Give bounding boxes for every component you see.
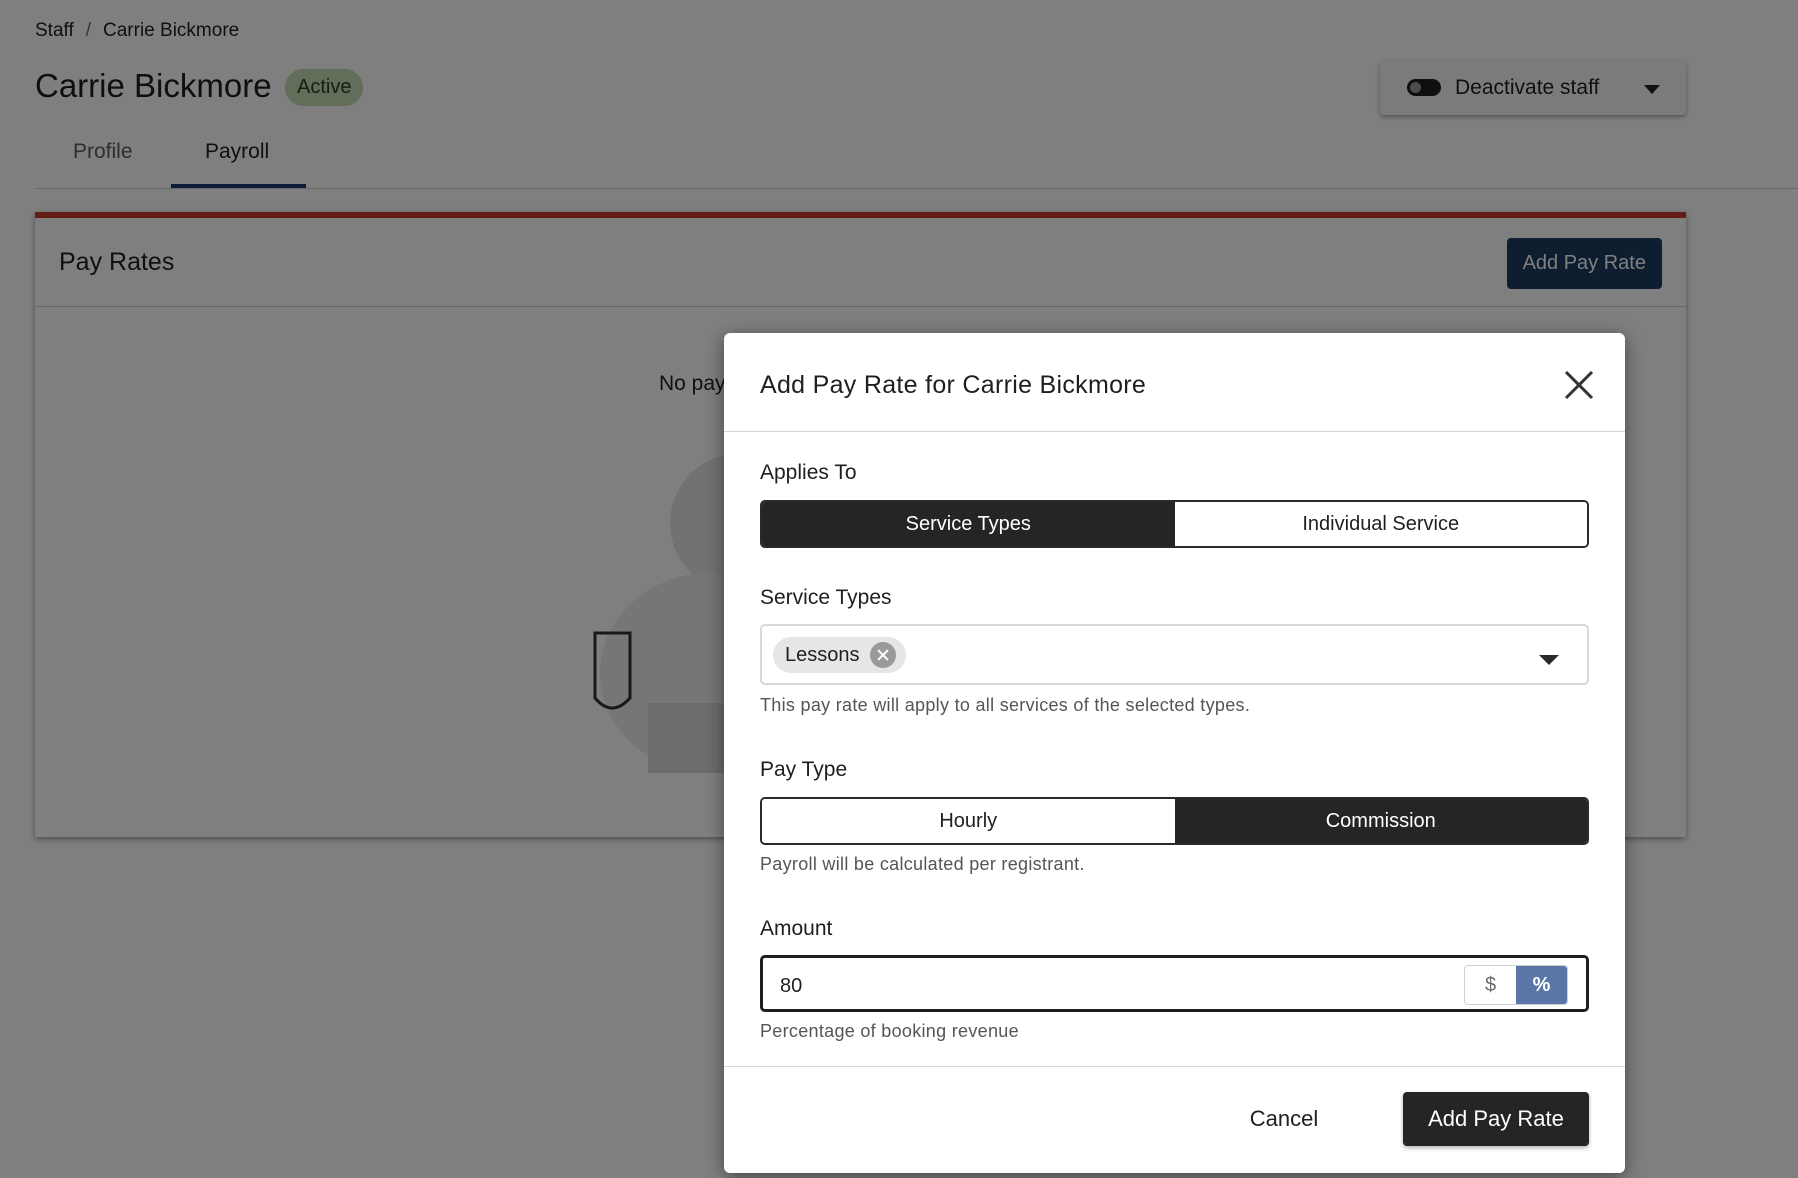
applies-to-label: Applies To: [760, 461, 857, 484]
service-types-help-text: This pay rate will apply to all services…: [760, 695, 1251, 715]
modal-title: Add Pay Rate for Carrie Bickmore: [760, 371, 1147, 399]
pay-type-commission-option[interactable]: Commission: [1174, 799, 1587, 843]
pay-type-hourly-option[interactable]: Hourly: [762, 799, 1175, 843]
service-type-chip-label: Lessons: [785, 643, 860, 666]
amount-field: $ %: [760, 955, 1589, 1012]
service-types-select[interactable]: Lessons: [760, 624, 1589, 685]
applies-to-toggle: Service Types Individual Service: [760, 500, 1589, 548]
amount-unit-toggle: $ %: [1464, 965, 1568, 1005]
amount-label: Amount: [760, 917, 833, 940]
amount-input[interactable]: [780, 972, 1430, 1000]
applies-to-service-types-option[interactable]: Service Types: [762, 502, 1175, 546]
pay-type-toggle: Hourly Commission: [760, 797, 1589, 845]
pay-type-label: Pay Type: [760, 758, 848, 781]
unit-percent-option[interactable]: %: [1516, 966, 1567, 1004]
submit-add-pay-rate-button[interactable]: Add Pay Rate: [1403, 1092, 1589, 1146]
modal-footer: Cancel Add Pay Rate: [724, 1066, 1625, 1173]
cancel-button[interactable]: Cancel: [1224, 1092, 1344, 1146]
amount-help-text: Percentage of booking revenue: [760, 1021, 1019, 1041]
applies-to-individual-service-option[interactable]: Individual Service: [1174, 502, 1587, 546]
unit-dollar-option[interactable]: $: [1465, 966, 1516, 1004]
pay-type-help-text: Payroll will be calculated per registran…: [760, 854, 1085, 874]
service-types-label: Service Types: [760, 586, 892, 609]
close-icon[interactable]: [1563, 369, 1595, 401]
chevron-down-icon[interactable]: [1539, 655, 1559, 665]
service-type-chip: Lessons: [773, 637, 906, 673]
add-pay-rate-modal: Add Pay Rate for Carrie Bickmore Applies…: [724, 333, 1625, 1173]
remove-chip-icon[interactable]: [869, 642, 896, 668]
modal-header: Add Pay Rate for Carrie Bickmore: [724, 333, 1625, 432]
